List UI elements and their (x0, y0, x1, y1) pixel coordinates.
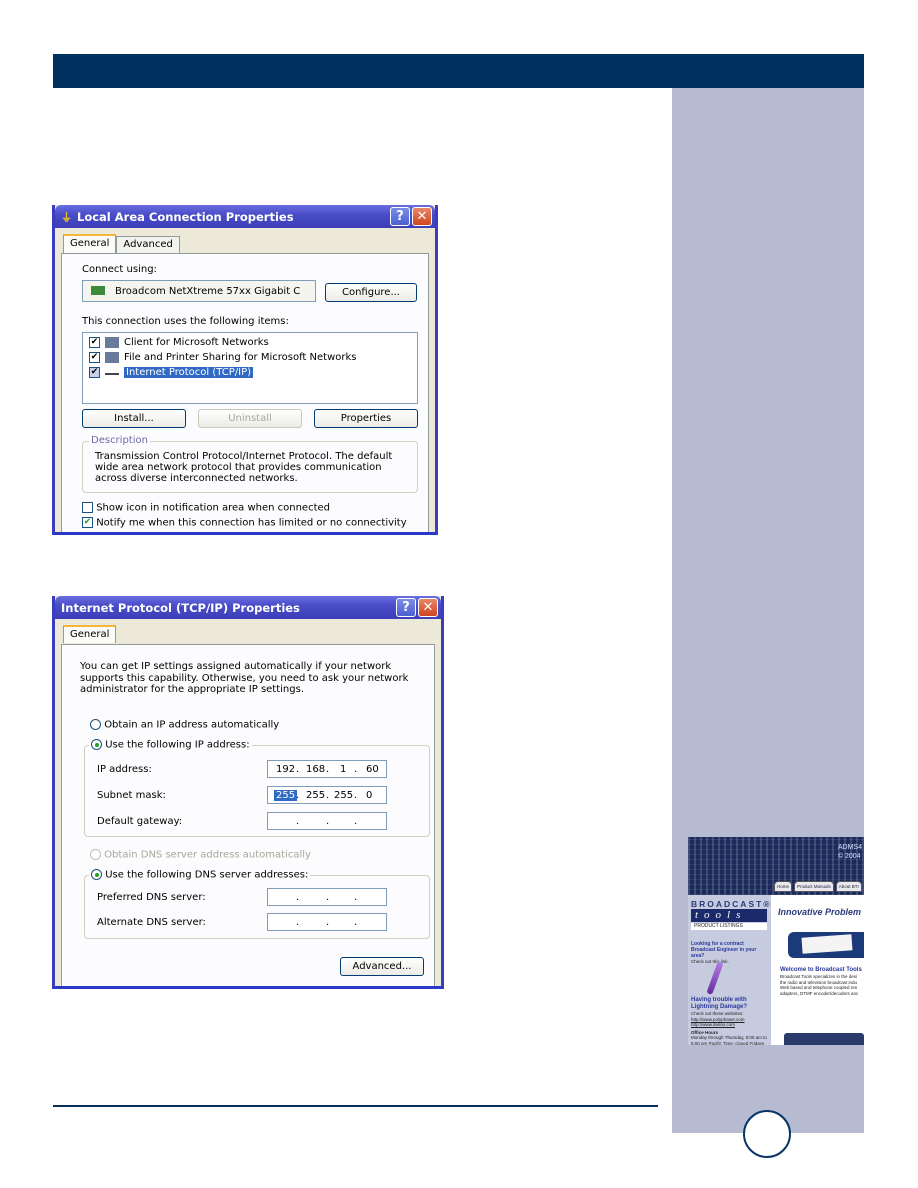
show-icon-option[interactable]: Show icon in notification area when conn… (82, 502, 330, 514)
default-gateway-field[interactable]: ... (267, 812, 387, 830)
obtain-dns-radio[interactable] (90, 849, 101, 860)
network-adapter-icon (91, 286, 105, 295)
header-bar (53, 54, 864, 88)
properties-button[interactable]: Properties (314, 409, 418, 428)
file-sharing-checkbox[interactable] (89, 351, 100, 363)
close-button[interactable]: ✕ (412, 207, 432, 226)
thumb-lightning-title: Having trouble with Lightning Damage? (691, 997, 747, 1010)
dialog-titlebar[interactable]: Internet Protocol (TCP/IP) Properties ? … (55, 596, 441, 619)
general-tab-panel: Connect using: Broadcom NetXtreme 57xx G… (61, 253, 429, 532)
help-icon: ? (396, 209, 404, 224)
subnet-label: Subnet mask: (97, 790, 166, 801)
close-icon: ✕ (422, 600, 434, 615)
thumb-product-image (788, 932, 864, 958)
thumb-nav-about: About BTI (835, 881, 862, 892)
preferred-dns-label: Preferred DNS server: (97, 892, 206, 903)
ip-octet-4: 60 (366, 763, 379, 775)
thumb-looking-title: Looking for a contract Broadcast Enginee… (691, 941, 757, 959)
dialog-titlebar[interactable]: ⏚ Local Area Connection Properties ? ✕ (55, 205, 435, 228)
tab-general[interactable]: General (63, 234, 117, 253)
thumb-nav: Home Product Manuals About BTI Dealers, … (774, 881, 864, 892)
subnet-mask-field[interactable]: 255. 255. 255. 0 (267, 786, 387, 804)
thumb-product-listings: PRODUCT LISTINGS (691, 923, 767, 930)
thumb-brand-top: BROADCAST® (691, 899, 772, 909)
thumb-welcome-text: Broadcast Tools specializes in the desi … (780, 974, 859, 996)
notify-checkbox[interactable] (82, 517, 93, 528)
file-printer-sharing-icon (105, 351, 119, 363)
install-button[interactable]: Install... (82, 409, 186, 428)
ip-octet-2: 168 (306, 763, 326, 775)
network-connection-icon: ⏚ (61, 210, 72, 224)
ip-address-field[interactable]: 192. 168. 1. 60 (267, 760, 387, 778)
uninstall-button[interactable]: Uninstall (198, 409, 302, 428)
subnet-octet-2: 255 (306, 789, 326, 801)
obtain-dns-option[interactable]: Obtain DNS server address automatically (90, 849, 311, 861)
thumb-device-image (784, 1033, 864, 1045)
advanced-button[interactable]: Advanced... (340, 957, 424, 976)
static-ip-group: Use the following IP address: IP address… (84, 739, 430, 837)
tcpip-properties-dialog: Internet Protocol (TCP/IP) Properties ? … (52, 596, 444, 989)
subnet-octet-1: 255 (274, 789, 298, 801)
dialog-title: Internet Protocol (TCP/IP) Properties (61, 600, 300, 615)
notify-option[interactable]: Notify me when this connection has limit… (82, 517, 407, 529)
footer-rule (53, 1105, 658, 1107)
use-ip-radio[interactable] (91, 739, 102, 750)
subnet-octet-3: 255 (334, 789, 354, 801)
description-group: Description Transmission Control Protoco… (82, 435, 418, 493)
ip-address-label: IP address: (97, 764, 152, 775)
items-label: This connection uses the following items… (82, 316, 289, 327)
general-tab-panel: You can get IP settings assigned automat… (61, 644, 435, 986)
help-button[interactable]: ? (390, 207, 410, 226)
broadcast-tools-website-thumbnail: ADMS4 © 2004 Home Product Manuals About … (688, 837, 864, 1045)
use-ip-option[interactable]: Use the following IP address: (89, 739, 252, 751)
description-title: Description (89, 435, 150, 446)
intro-text: You can get IP settings assigned automat… (80, 661, 409, 695)
gateway-label: Default gateway: (97, 816, 183, 827)
components-list[interactable]: Client for Microsoft Networks File and P… (82, 332, 418, 404)
description-text: Transmission Control Protocol/Internet P… (95, 451, 393, 484)
network-client-icon (105, 336, 119, 348)
use-dns-option[interactable]: Use the following DNS server addresses: (89, 869, 311, 881)
help-icon: ? (402, 600, 410, 615)
close-icon: ✕ (416, 209, 428, 224)
ip-octet-1: 192 (276, 763, 296, 775)
adapter-field: Broadcom NetXtreme 57xx Gigabit C (82, 280, 316, 302)
protocol-icon (105, 369, 119, 375)
tcpip-checkbox[interactable] (89, 366, 100, 378)
tab-advanced[interactable]: Advanced (116, 236, 180, 253)
adapter-name: Broadcom NetXtreme 57xx Gigabit C (115, 286, 301, 297)
alternate-dns-label: Alternate DNS server: (97, 917, 206, 928)
obtain-ip-radio[interactable] (90, 719, 101, 730)
list-item[interactable]: File and Printer Sharing for Microsoft N… (89, 350, 357, 364)
tab-general[interactable]: General (63, 625, 117, 643)
thumb-heading: Innovative Problem (778, 907, 862, 917)
client-checkbox[interactable] (89, 336, 100, 348)
ip-octet-3: 1 (340, 763, 347, 775)
subnet-octet-4: 0 (366, 789, 373, 801)
thumb-welcome-title: Welcome to Broadcast Tools (780, 967, 862, 973)
thumb-nav-manuals: Product Manuals (794, 881, 834, 892)
thumb-adms-text: ADMS4 (837, 844, 862, 851)
show-icon-checkbox[interactable] (82, 502, 93, 513)
connect-using-label: Connect using: (82, 264, 157, 275)
static-dns-group: Use the following DNS server addresses: … (84, 869, 430, 939)
close-button[interactable]: ✕ (418, 598, 438, 617)
configure-button[interactable]: Configure... (325, 283, 417, 302)
thumb-link-2: http://www.itwlinx.com (691, 1022, 736, 1027)
obtain-ip-option[interactable]: Obtain an IP address automatically (90, 719, 279, 731)
list-item[interactable]: Client for Microsoft Networks (89, 335, 269, 349)
local-area-connection-properties-dialog: ⏚ Local Area Connection Properties ? ✕ G… (52, 205, 438, 535)
alternate-dns-field[interactable]: ... (267, 913, 387, 931)
thumb-looking-text: Check out this link. (691, 959, 729, 964)
thumb-brand-bottom: tools (691, 909, 767, 922)
thumb-copyright: © 2004 (837, 853, 861, 860)
thumb-office-text: Monday through Thursday, 8:00 am to 5:00… (691, 1035, 767, 1045)
page-number-circle (743, 1110, 791, 1158)
preferred-dns-field[interactable]: ... (267, 888, 387, 906)
dialog-title: Local Area Connection Properties (77, 209, 294, 224)
list-item[interactable]: Internet Protocol (TCP/IP) (89, 365, 254, 379)
use-dns-radio[interactable] (91, 869, 102, 880)
help-button[interactable]: ? (396, 598, 416, 617)
thumb-nav-home: Home (774, 881, 793, 892)
